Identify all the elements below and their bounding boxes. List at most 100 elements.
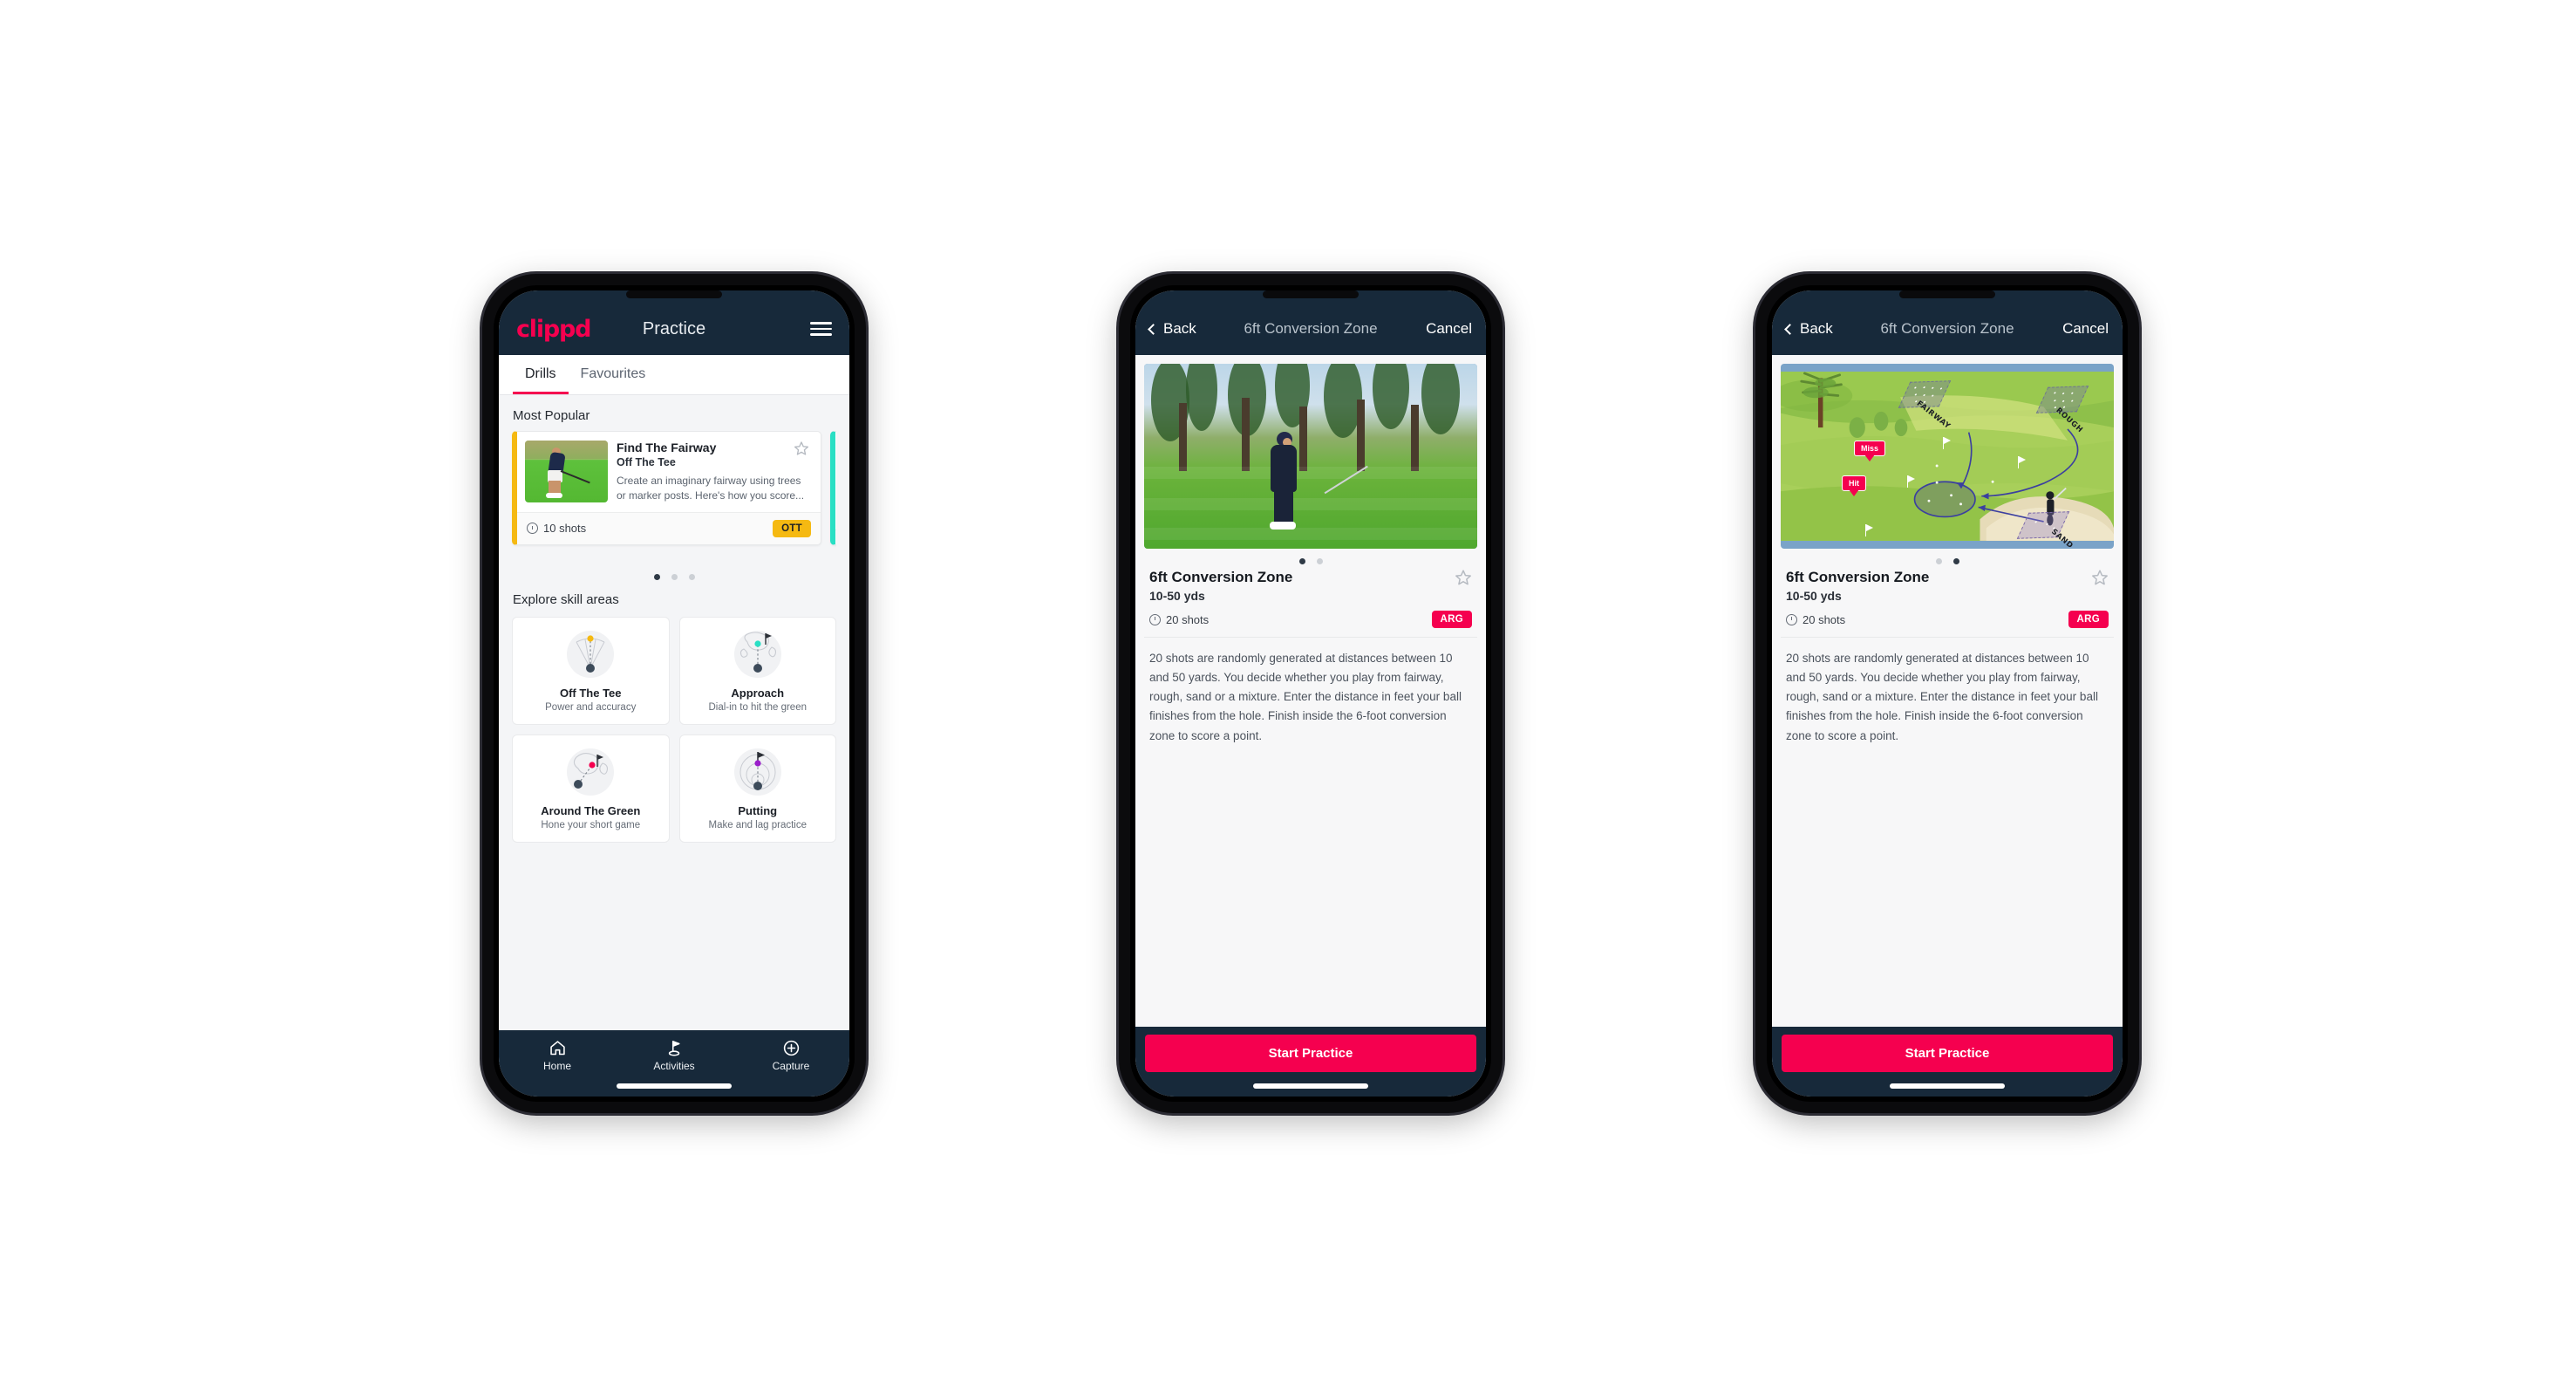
drill-description: Create an imaginary fairway using trees …	[617, 475, 805, 502]
drill-detail-screen: Back 6ft Conversion Zone Cancel	[1772, 290, 2123, 1097]
drill-shots: 10 shots	[527, 522, 586, 535]
miss-marker-tag: Miss	[1854, 441, 1886, 456]
drill-carousel[interactable]: Find The Fairway Off The Tee Create an i…	[512, 431, 836, 564]
tee-fan-icon	[520, 627, 662, 681]
phone-practice-list: clippd Practice Drills Favourites Most P…	[482, 274, 866, 1113]
media-dot[interactable]	[1952, 558, 1959, 564]
home-indicator	[617, 1083, 732, 1089]
most-popular-heading: Most Popular	[513, 408, 590, 423]
hit-marker-tag: Hit	[1842, 475, 1866, 491]
drill-info: Find The Fairway Off The Tee Create an i…	[617, 441, 813, 504]
media-carousel-dots[interactable]	[1144, 549, 1477, 564]
nav-label: Capture	[772, 1060, 810, 1072]
chevron-left-icon	[1148, 323, 1159, 335]
drill-media-diagram[interactable]: FAIRWAY ROUGH SAND Miss Hit	[1781, 364, 2114, 549]
phone-drill-detail-diagram: Back 6ft Conversion Zone Cancel FAIRWAY …	[1755, 274, 2139, 1113]
drill-card-footer	[835, 529, 836, 544]
drill-detail-screen: Back 6ft Conversion Zone Cancel	[1135, 290, 1486, 1097]
clock-icon	[527, 523, 538, 535]
drill-detail-title: 6ft Conversion Zone	[1786, 569, 1930, 585]
skill-card-approach[interactable]: Approach Dial-in to hit the green	[678, 617, 836, 725]
drill-thumbnail	[525, 441, 608, 502]
home-indicator	[1253, 1083, 1368, 1089]
skill-card-title: Off The Tee	[559, 687, 622, 700]
putting-rings-icon	[687, 745, 829, 799]
media-dot[interactable]	[1298, 558, 1305, 564]
course-illustration: FAIRWAY ROUGH SAND Miss Hit	[1781, 364, 2114, 549]
carousel-track: Find The Fairway Off The Tee Create an i…	[512, 431, 836, 545]
drill-detail-title: 6ft Conversion Zone	[1149, 569, 1293, 585]
detail-title-row: 6ft Conversion Zone 10-50 yds	[1781, 564, 2114, 603]
drill-card[interactable]	[830, 431, 836, 545]
nav-item-capture[interactable]: Capture	[733, 1039, 849, 1072]
skill-card-desc: Power and accuracy	[545, 702, 637, 713]
drill-shots-label: 20 shots	[1803, 612, 1846, 626]
drill-category: Off The Tee	[617, 456, 676, 468]
drill-shots-label: 10 shots	[543, 522, 587, 536]
drill-card[interactable]: Find The Fairway Off The Tee Create an i…	[512, 431, 821, 545]
practice-scroll-body[interactable]: Most Popular Find The Fairway Off The Te…	[499, 395, 849, 1030]
detail-title-row: 6ft Conversion Zone 10-50 yds	[1144, 564, 1477, 603]
start-practice-button[interactable]: Start Practice	[1782, 1035, 2113, 1072]
phone-bezel: Back 6ft Conversion Zone Cancel	[1130, 285, 1491, 1102]
cancel-button[interactable]: Cancel	[1426, 320, 1472, 338]
nav-item-activities[interactable]: Activities	[616, 1039, 733, 1072]
back-label: Back	[1800, 320, 1833, 337]
carousel-dot[interactable]	[688, 574, 695, 580]
skill-card-title: Approach	[731, 687, 785, 700]
skill-card-desc: Make and lag practice	[708, 820, 807, 830]
clock-icon	[1786, 613, 1797, 625]
skill-card-title: Putting	[738, 804, 778, 817]
favourite-star-icon[interactable]	[1455, 569, 1472, 586]
detail-meta-row: 20 shots ARG	[1144, 603, 1477, 638]
detail-body[interactable]: 6ft Conversion Zone 10-50 yds 20 shots A…	[1135, 355, 1486, 1027]
skill-card-putting[interactable]: Putting Make and lag practice	[678, 734, 836, 843]
drill-shots: 20 shots	[1149, 613, 1209, 626]
media-dot[interactable]	[1935, 558, 1942, 564]
tab-drills[interactable]: Drills	[513, 355, 569, 394]
approach-green-icon	[687, 627, 829, 681]
hamburger-menu-icon[interactable]	[810, 322, 832, 336]
drill-shots: 20 shots	[1786, 613, 1845, 626]
drill-card-footer: 10 shots OTT	[517, 511, 821, 544]
skill-card-off-the-tee[interactable]: Off The Tee Power and accuracy	[512, 617, 670, 725]
detail-body[interactable]: FAIRWAY ROUGH SAND Miss Hit 6ft Conversi…	[1772, 355, 2123, 1027]
dynamic-island	[626, 290, 722, 298]
chip-green-icon	[520, 745, 662, 799]
back-button[interactable]: Back	[1784, 320, 1833, 338]
carousel-dots[interactable]	[512, 564, 836, 580]
nav-item-home[interactable]: Home	[499, 1039, 616, 1072]
clock-icon	[1149, 613, 1161, 625]
skill-areas-grid: Off The Tee Power and accuracy Approach …	[512, 617, 836, 843]
cancel-button[interactable]: Cancel	[2062, 320, 2109, 338]
back-button[interactable]: Back	[1148, 320, 1196, 338]
skill-card-desc: Hone your short game	[541, 820, 641, 830]
carousel-dot[interactable]	[671, 574, 678, 580]
favourite-star-icon[interactable]	[2091, 569, 2109, 586]
phone-bezel: Back 6ft Conversion Zone Cancel	[1767, 285, 2128, 1102]
drill-distance: 10-50 yds	[1149, 589, 1205, 603]
drill-description: 20 shots are randomly generated at dista…	[1149, 652, 1462, 742]
home-indicator	[1890, 1083, 2005, 1089]
clippd-logo[interactable]: clippd	[516, 316, 592, 343]
nav-label: Activities	[653, 1060, 695, 1072]
carousel-dot[interactable]	[653, 574, 660, 580]
media-carousel-dots[interactable]	[1781, 549, 2114, 564]
start-practice-button[interactable]: Start Practice	[1145, 1035, 1476, 1072]
back-label: Back	[1163, 320, 1196, 337]
flag-icon	[2018, 456, 2030, 468]
media-dot[interactable]	[1316, 558, 1323, 564]
phone-drill-detail-photo: Back 6ft Conversion Zone Cancel 6ft Conv…	[1119, 274, 1503, 1113]
skill-badge: ARG	[2068, 611, 2109, 628]
flag-icon	[1943, 437, 1955, 449]
skill-card-title: Around The Green	[541, 804, 641, 817]
nav-label: Home	[542, 1060, 571, 1072]
drill-media-photo[interactable]	[1144, 364, 1477, 549]
tab-favourites[interactable]: Favourites	[569, 355, 658, 394]
dynamic-island	[1899, 290, 1995, 298]
drill-title: Find The Fairway	[617, 441, 717, 454]
skill-card-around-the-green[interactable]: Around The Green Hone your short game	[512, 734, 670, 843]
drill-title-row: Find The Fairway Off The Tee	[617, 441, 809, 468]
drill-card-top	[835, 432, 836, 448]
favourite-star-icon[interactable]	[794, 441, 809, 456]
